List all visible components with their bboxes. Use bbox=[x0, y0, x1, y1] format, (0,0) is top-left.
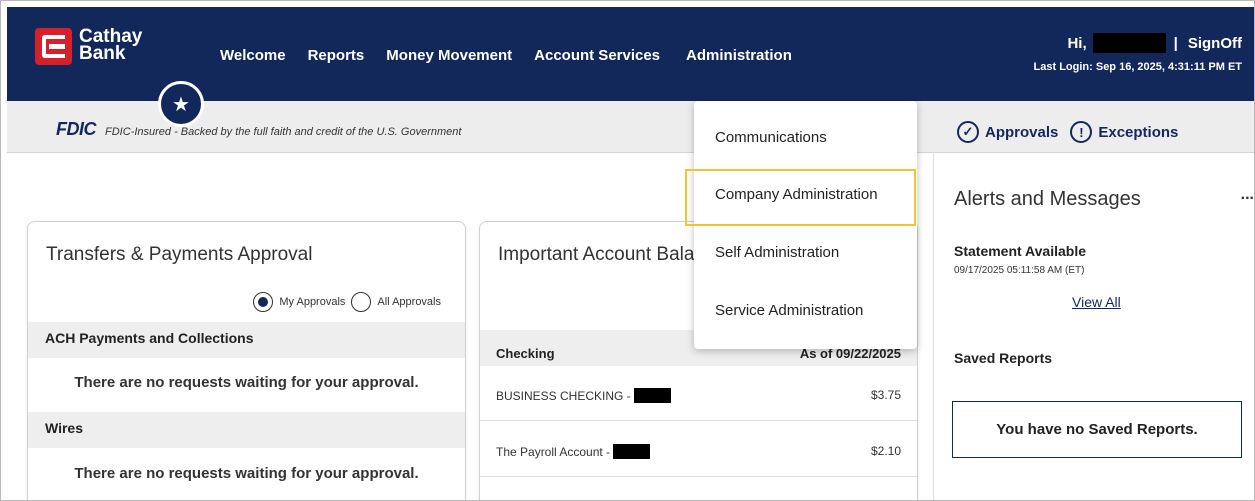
menu-item-communications[interactable]: Communications bbox=[715, 129, 827, 146]
menu-item-service-administration[interactable]: Service Administration bbox=[715, 302, 863, 319]
alerts-sidebar: Alerts and Messages ... Statement Availa… bbox=[933, 153, 1254, 500]
account-balance: $2.10 bbox=[870, 444, 901, 458]
user-greeting: Hi, bbox=[1067, 34, 1087, 52]
approval-filter: My Approvals All Approvals bbox=[253, 292, 447, 312]
checking-label: Checking bbox=[496, 346, 555, 361]
menu-item-self-administration[interactable]: Self Administration bbox=[715, 244, 839, 261]
logo-line-2: Bank bbox=[79, 43, 126, 64]
favorites-star-icon[interactable]: ★ bbox=[158, 81, 204, 127]
user-separator: | bbox=[1173, 34, 1178, 52]
administration-dropdown: Communications Company Administration Se… bbox=[694, 101, 917, 349]
account-row[interactable]: BUSINESS CHECKING - $3.75 bbox=[480, 366, 917, 421]
nav-reports[interactable]: Reports bbox=[308, 47, 365, 64]
fdic-notice: FDIC-Insured - Backed by the full faith … bbox=[105, 126, 462, 138]
page: Cathay Bank Welcome Reports Money Moveme… bbox=[0, 0, 1255, 501]
approvals-link[interactable]: ✓ Approvals bbox=[957, 121, 1058, 143]
signoff-link[interactable]: SignOff bbox=[1188, 35, 1242, 52]
cathay-bank-logo[interactable]: Cathay Bank bbox=[35, 27, 142, 65]
wires-section-header: Wires bbox=[28, 412, 465, 448]
logo-mark-icon bbox=[35, 28, 72, 65]
redacted-account-number bbox=[633, 388, 671, 403]
more-options-icon[interactable]: ... bbox=[1241, 186, 1254, 204]
ach-empty-message: There are no requests waiting for your a… bbox=[74, 374, 419, 391]
main-nav: Welcome Reports Money Movement Account S… bbox=[220, 47, 814, 64]
redacted-user-name bbox=[1092, 33, 1166, 53]
my-approvals-label: My Approvals bbox=[279, 296, 346, 308]
nav-money-movement[interactable]: Money Movement bbox=[386, 47, 512, 64]
exceptions-label: Exceptions bbox=[1098, 123, 1179, 141]
quick-links: ✓ Approvals ! Exceptions bbox=[957, 121, 1190, 143]
saved-reports-title: Saved Reports bbox=[954, 350, 1053, 366]
user-area: Hi, | SignOff Last Login: Sep 16, 2025, … bbox=[1034, 33, 1242, 73]
wires-empty-message: There are no requests waiting for your a… bbox=[74, 465, 419, 482]
account-row[interactable]: The Payroll Account - $2.10 bbox=[480, 422, 917, 477]
nav-account-services[interactable]: Account Services bbox=[534, 47, 660, 64]
all-approvals-radio[interactable] bbox=[351, 292, 372, 312]
approvals-label: Approvals bbox=[985, 123, 1059, 141]
ach-section-header: ACH Payments and Collections bbox=[28, 322, 465, 358]
check-circle-icon: ✓ bbox=[957, 121, 979, 143]
nav-administration[interactable]: Administration bbox=[686, 47, 792, 64]
nav-welcome[interactable]: Welcome bbox=[220, 47, 286, 64]
statement-available-title: Statement Available bbox=[954, 243, 1087, 259]
my-approvals-radio[interactable] bbox=[253, 292, 274, 312]
view-all-link[interactable]: View All bbox=[1072, 294, 1121, 310]
exclamation-circle-icon: ! bbox=[1070, 121, 1093, 143]
exceptions-link[interactable]: ! Exceptions bbox=[1070, 121, 1178, 143]
alerts-title: Alerts and Messages bbox=[954, 188, 1141, 210]
account-name: BUSINESS CHECKING - bbox=[496, 388, 631, 403]
fdic-logo: FDIC bbox=[56, 119, 97, 139]
transfers-card-title: Transfers & Payments Approval bbox=[46, 244, 313, 265]
redacted-account-number bbox=[613, 444, 651, 459]
menu-item-company-administration[interactable]: Company Administration bbox=[715, 186, 878, 203]
transfers-approval-card: Transfers & Payments Approval My Approva… bbox=[27, 221, 466, 500]
last-login-text: Last Login: Sep 16, 2025, 4:31:11 PM ET bbox=[1033, 61, 1242, 73]
saved-reports-empty: You have no Saved Reports. bbox=[952, 401, 1242, 458]
all-approvals-label: All Approvals bbox=[377, 296, 441, 308]
statement-date: 09/17/2025 05:11:58 AM (ET) bbox=[954, 265, 1085, 276]
account-balance: $3.75 bbox=[870, 388, 901, 402]
account-name: The Payroll Account - bbox=[496, 444, 611, 459]
